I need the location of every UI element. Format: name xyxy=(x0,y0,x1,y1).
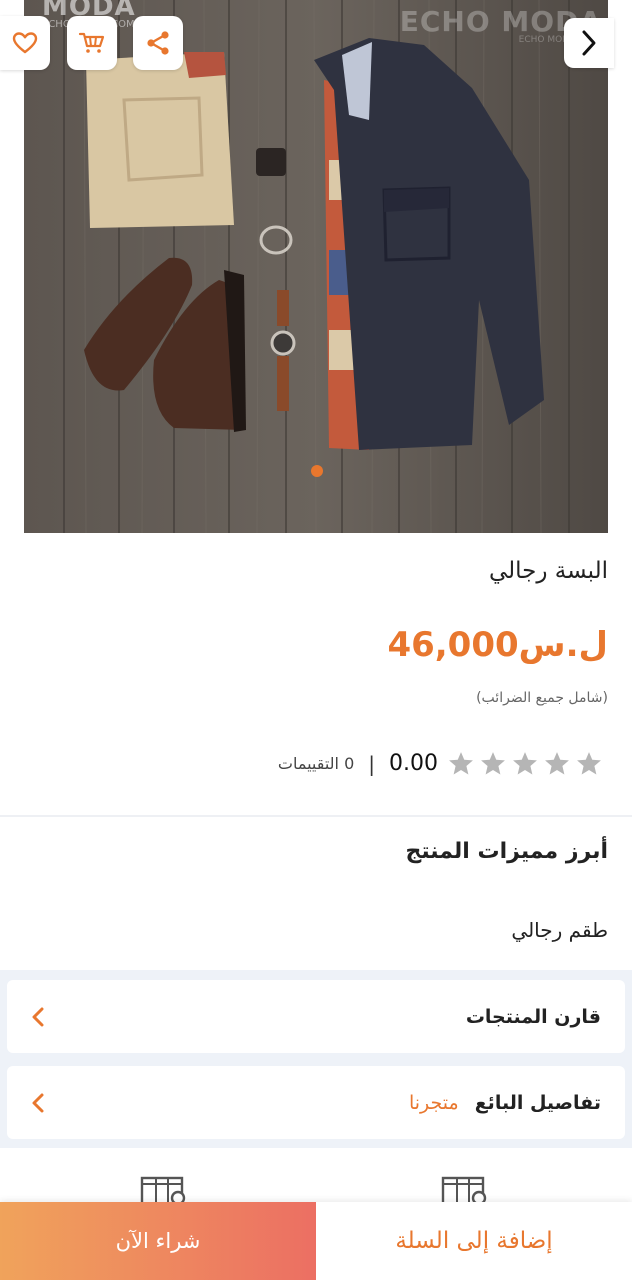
share-button[interactable] xyxy=(133,16,183,70)
cart-icon xyxy=(78,32,105,53)
compare-products-row[interactable]: قارن المنتجات xyxy=(7,980,625,1053)
seller-details-label: تفاصيل البائع xyxy=(474,1091,601,1114)
chevron-left-icon xyxy=(31,1092,45,1114)
product-title: البسة رجالي xyxy=(488,558,608,584)
carousel-indicator xyxy=(0,465,632,477)
rating-separator: | xyxy=(368,751,376,776)
seller-details-row[interactable]: تفاصيل البائع متجرنا xyxy=(7,1066,625,1139)
rating-row[interactable]: 0.00 | 0 التقييمات xyxy=(278,751,602,776)
star-icon xyxy=(576,751,602,776)
add-to-cart-button[interactable]: إضافة إلى السلة xyxy=(316,1202,632,1280)
share-icon xyxy=(147,31,169,55)
chevron-right-icon xyxy=(582,30,596,56)
tax-note: (شامل جميع الضرائب) xyxy=(476,690,608,706)
product-gallery[interactable]: MODA ECHO MODA .COM ECHO MODA ECHO MODA … xyxy=(0,0,632,533)
heart-icon xyxy=(12,32,38,54)
favorite-button[interactable] xyxy=(0,16,50,70)
product-price: ل.س46,000 xyxy=(387,625,608,665)
features-heading: أبرز مميزات المنتج xyxy=(405,839,608,864)
policy-strip xyxy=(0,1148,632,1208)
next-image-button[interactable] xyxy=(564,18,614,68)
features-text: طقم رجالي xyxy=(511,918,608,942)
rating-stars xyxy=(448,751,602,776)
star-icon xyxy=(512,751,538,776)
star-icon xyxy=(544,751,570,776)
section-divider xyxy=(0,815,632,817)
product-image[interactable]: MODA ECHO MODA .COM ECHO MODA ECHO MODA … xyxy=(24,0,608,533)
bottom-action-bar: شراء الآن إضافة إلى السلة xyxy=(0,1202,632,1280)
rating-count[interactable]: 0 التقييمات xyxy=(278,754,354,773)
seller-name[interactable]: متجرنا xyxy=(409,1092,459,1114)
buy-now-button[interactable]: شراء الآن xyxy=(0,1202,316,1280)
compare-products-label: قارن المنتجات xyxy=(465,1005,601,1028)
star-icon xyxy=(480,751,506,776)
chevron-left-icon xyxy=(31,1006,45,1028)
cart-button[interactable] xyxy=(67,16,117,70)
star-icon xyxy=(448,751,474,776)
product-photo-illustration xyxy=(24,0,608,533)
carousel-dot-active[interactable] xyxy=(311,465,323,477)
rating-value: 0.00 xyxy=(389,751,438,776)
